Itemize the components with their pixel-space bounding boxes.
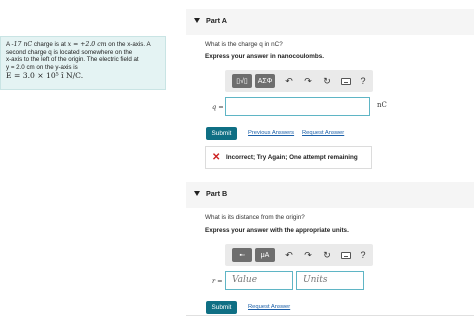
template-button[interactable]: ▯√▯ <box>232 74 252 88</box>
charge-input-label: q = <box>212 103 224 111</box>
problem-line-1: A -17 nC charge is at x = +2.0 cm on the… <box>6 41 160 49</box>
part-a-question: What is the charge q in nC? <box>205 41 283 48</box>
feedback-text: Incorrect; Try Again; One attempt remain… <box>226 154 358 161</box>
electric-field-expression: E = 3.0 × 10⁵ î N/C. <box>6 71 84 81</box>
collapse-caret-icon[interactable] <box>194 191 200 196</box>
part-b-instruction: Express your answer with the appropriate… <box>205 227 349 234</box>
previous-answers-link[interactable]: Previous Answers <box>248 130 294 136</box>
part-b-math-toolbar: ▪▫ μA ↶ ↷ ↻ ? <box>225 244 373 266</box>
distance-value-input[interactable]: Value <box>225 271 293 290</box>
part-b-title: Part B <box>206 189 228 198</box>
incorrect-x-icon: ✕ <box>212 152 221 163</box>
part-a-math-toolbar: ▯√▯ ΑΣΦ ↶ ↷ ↻ ? <box>225 70 373 92</box>
part-a-title: Part A <box>206 16 227 25</box>
problem-line-2: second charge q is located somewhere on … <box>6 48 133 56</box>
part-b-request-answer-link[interactable]: Request Answer <box>248 304 290 310</box>
value-units-template-button[interactable]: ▪▫ <box>232 248 252 262</box>
problem-charge: -17 nC <box>11 41 33 48</box>
problem-line-3: x-axis to the left of the origin. The el… <box>6 56 139 64</box>
problem-statement: A -17 nC charge is at x = +2.0 cm on the… <box>0 36 166 90</box>
reset-icon[interactable]: ↻ <box>320 248 334 262</box>
greek-symbols-button[interactable]: ΑΣΦ <box>255 74 275 88</box>
redo-icon[interactable]: ↷ <box>301 74 315 88</box>
feedback-message: ✕ Incorrect; Try Again; One attempt rema… <box>205 146 372 169</box>
part-a-header[interactable]: Part A <box>186 9 474 35</box>
problem-text: on the x-axis. A <box>106 41 151 48</box>
part-b-submit-button[interactable]: Submit <box>206 301 237 314</box>
problem-line-4: y = 2.0 cm on the y-axis is <box>6 63 78 71</box>
part-a-instruction: Express your answer in nanocoulombs. <box>205 53 324 60</box>
distance-units-input[interactable]: Units <box>296 271 364 290</box>
charge-unit: nC <box>377 101 387 109</box>
units-symbols-button[interactable]: μA <box>255 248 275 262</box>
charge-answer-input[interactable] <box>225 97 370 116</box>
part-b-question: What is its distance from the origin? <box>205 214 305 221</box>
undo-icon[interactable]: ↶ <box>282 248 296 262</box>
part-a-request-answer-link[interactable]: Request Answer <box>302 130 344 136</box>
part-b-header[interactable]: Part B <box>186 182 474 208</box>
help-icon[interactable]: ? <box>356 248 370 262</box>
problem-position: x = +2.0 cm <box>67 41 107 48</box>
keyboard-icon[interactable] <box>339 248 353 262</box>
keyboard-icon[interactable] <box>339 74 353 88</box>
undo-icon[interactable]: ↶ <box>282 74 296 88</box>
distance-input-label: r = <box>212 277 223 285</box>
collapse-caret-icon[interactable] <box>194 18 200 23</box>
redo-icon[interactable]: ↷ <box>301 248 315 262</box>
problem-text: charge is at <box>32 41 68 48</box>
reset-icon[interactable]: ↻ <box>320 74 334 88</box>
help-icon[interactable]: ? <box>356 74 370 88</box>
part-a-submit-button[interactable]: Submit <box>206 127 237 140</box>
